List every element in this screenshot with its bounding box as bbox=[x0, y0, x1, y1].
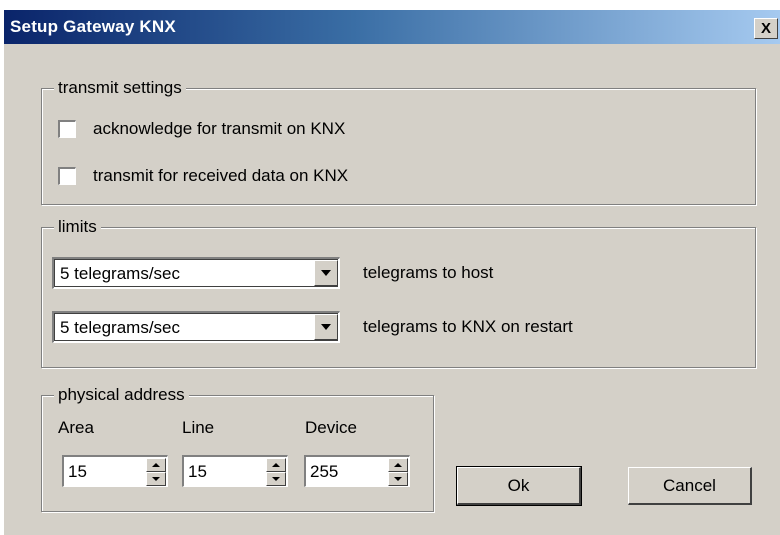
arrow-up-icon bbox=[394, 463, 402, 467]
transmit-received-row[interactable]: transmit for received data on KNX bbox=[58, 166, 348, 186]
area-label: Area bbox=[58, 418, 94, 437]
line-increment-button[interactable] bbox=[266, 458, 286, 472]
chevron-down-icon bbox=[321, 270, 331, 276]
area-increment-button[interactable] bbox=[146, 458, 166, 472]
device-decrement-button[interactable] bbox=[388, 472, 408, 486]
device-value: 255 bbox=[310, 462, 339, 481]
acknowledge-transmit-row[interactable]: acknowledge for transmit on KNX bbox=[58, 119, 345, 139]
transmit-settings-group: transmit settings acknowledge for transm… bbox=[41, 78, 756, 205]
telegrams-to-knx-select[interactable]: 5 telegrams/sec bbox=[52, 311, 340, 343]
cancel-button[interactable]: Cancel bbox=[628, 467, 752, 505]
ok-button-label: Ok bbox=[507, 475, 530, 495]
device-label: Device bbox=[305, 418, 357, 437]
arrow-down-icon bbox=[272, 477, 280, 481]
area-value: 15 bbox=[68, 462, 87, 481]
telegrams-to-knx-dropdown-button[interactable] bbox=[314, 314, 338, 340]
device-increment-button[interactable] bbox=[388, 458, 408, 472]
title-bar[interactable]: Setup Gateway KNX X bbox=[4, 10, 780, 44]
telegrams-to-host-value: 5 telegrams/sec bbox=[60, 264, 180, 283]
transmit-received-checkbox[interactable] bbox=[58, 167, 76, 185]
ok-button[interactable]: Ok bbox=[456, 466, 582, 506]
device-spin-buttons bbox=[388, 458, 408, 486]
window-title: Setup Gateway KNX bbox=[10, 17, 176, 36]
physical-address-group: physical address Area Line Device 15 15 … bbox=[41, 385, 434, 512]
chevron-down-icon bbox=[321, 324, 331, 330]
transmit-received-label: transmit for received data on KNX bbox=[93, 166, 349, 185]
device-spinbox[interactable]: 255 bbox=[304, 455, 410, 487]
area-decrement-button[interactable] bbox=[146, 472, 166, 486]
arrow-up-icon bbox=[152, 463, 160, 467]
close-button[interactable]: X bbox=[754, 18, 778, 39]
line-label: Line bbox=[182, 418, 215, 437]
line-spinbox[interactable]: 15 bbox=[182, 455, 288, 487]
arrow-down-icon bbox=[394, 477, 402, 481]
setup-gateway-dialog: Setup Gateway KNX X transmit settings ac… bbox=[3, 10, 780, 535]
transmit-settings-legend: transmit settings bbox=[54, 78, 186, 98]
acknowledge-transmit-label: acknowledge for transmit on KNX bbox=[93, 119, 346, 138]
limits-group: limits 5 telegrams/sec telegrams to host… bbox=[41, 217, 756, 368]
physical-address-legend: physical address bbox=[54, 385, 189, 405]
limits-legend: limits bbox=[54, 217, 101, 237]
acknowledge-transmit-checkbox[interactable] bbox=[58, 120, 76, 138]
line-spin-buttons bbox=[266, 458, 286, 486]
area-spin-buttons bbox=[146, 458, 166, 486]
line-value: 15 bbox=[188, 462, 207, 481]
arrow-up-icon bbox=[272, 463, 280, 467]
telegrams-to-knx-value: 5 telegrams/sec bbox=[60, 318, 180, 337]
cancel-button-label: Cancel bbox=[663, 475, 716, 495]
telegrams-to-host-label: telegrams to host bbox=[363, 263, 494, 282]
telegrams-to-host-select[interactable]: 5 telegrams/sec bbox=[52, 257, 340, 289]
arrow-down-icon bbox=[152, 477, 160, 481]
telegrams-to-knx-label: telegrams to KNX on restart bbox=[363, 317, 573, 336]
telegrams-to-host-dropdown-button[interactable] bbox=[314, 260, 338, 286]
line-decrement-button[interactable] bbox=[266, 472, 286, 486]
close-icon: X bbox=[760, 20, 771, 37]
area-spinbox[interactable]: 15 bbox=[62, 455, 168, 487]
